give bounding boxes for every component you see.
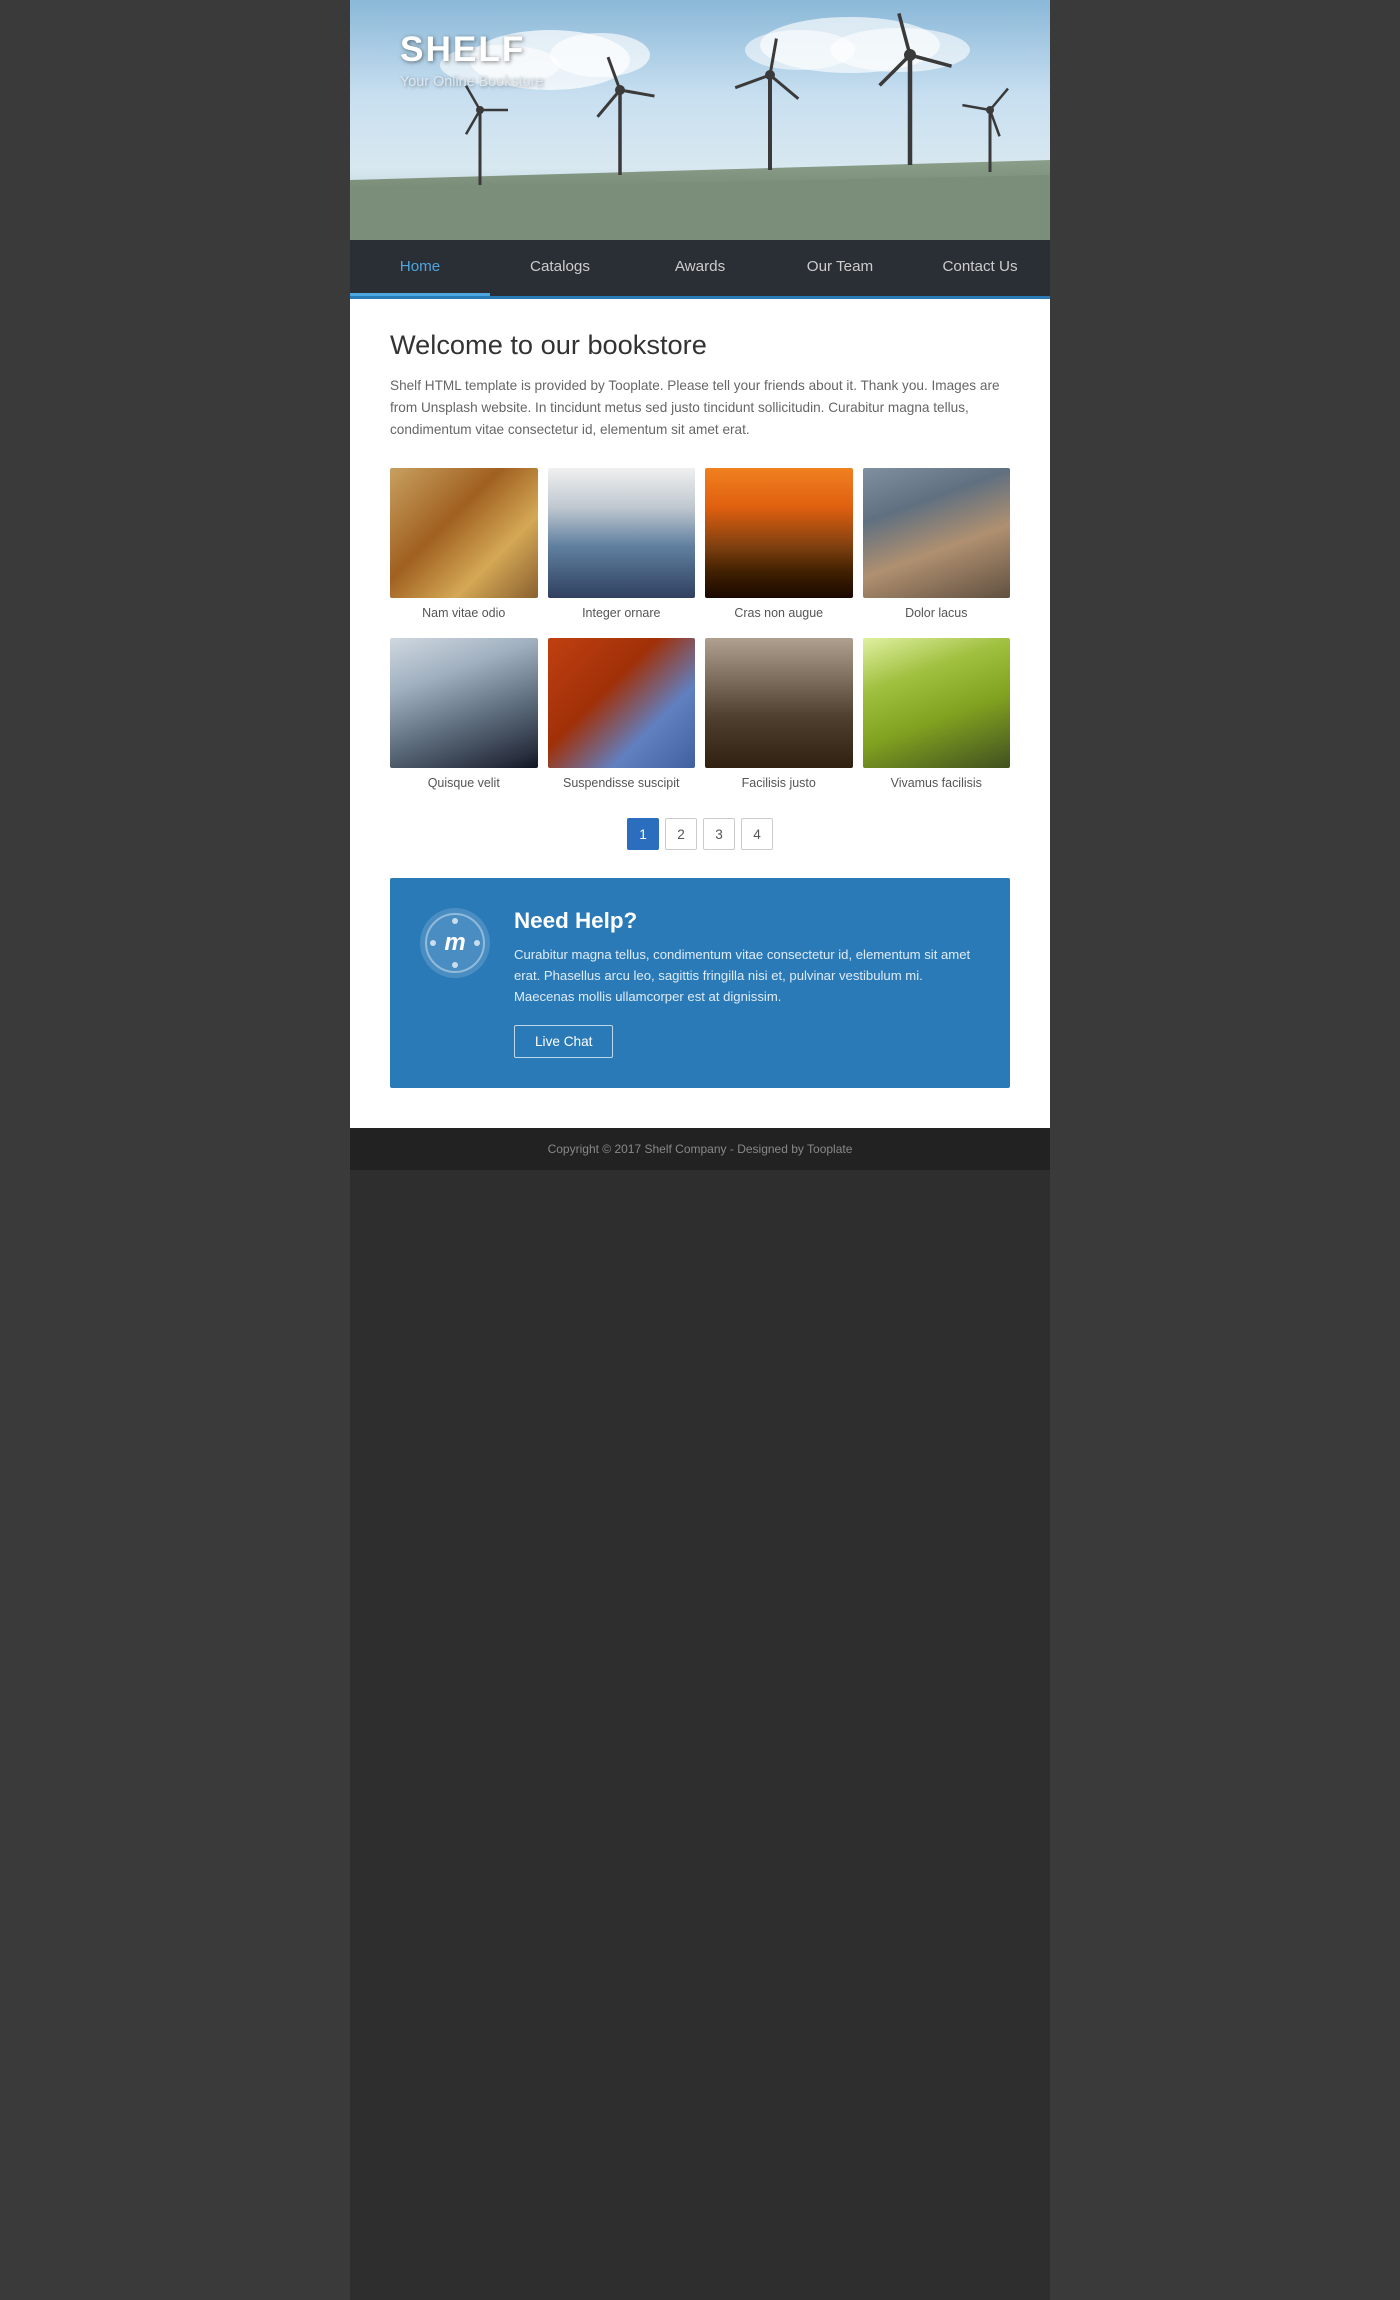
page-btn-1[interactable]: 1 [627, 818, 659, 850]
grid-image-jump [705, 468, 853, 598]
nav-item-contact[interactable]: Contact Us [910, 240, 1050, 296]
grid-caption-8: Vivamus facilisis [891, 776, 982, 790]
dot-3 [430, 940, 436, 946]
help-icon-dots-ring: m [425, 913, 485, 973]
help-text-area: Need Help? Curabitur magna tellus, condi… [514, 908, 980, 1058]
main-content: Welcome to our bookstore Shelf HTML temp… [350, 299, 1050, 1128]
live-chat-button[interactable]: Live Chat [514, 1025, 613, 1058]
grid-item-4[interactable]: Dolor lacus [863, 468, 1011, 620]
grid-item-2[interactable]: Integer ornare [548, 468, 696, 620]
grid-image-autumn [390, 468, 538, 598]
grid-item-1[interactable]: Nam vitae odio [390, 468, 538, 620]
nav-item-our-team[interactable]: Our Team [770, 240, 910, 296]
nav-item-awards[interactable]: Awards [630, 240, 770, 296]
hero-text-block: SHELF Your Online Bookstore [400, 30, 543, 90]
grid-image-shadow [705, 638, 853, 768]
grid-caption-7: Facilisis justo [742, 776, 816, 790]
page-btn-3[interactable]: 3 [703, 818, 735, 850]
grid-image-bridge [548, 638, 696, 768]
welcome-text: Shelf HTML template is provided by Toopl… [390, 375, 1010, 440]
help-title: Need Help? [514, 908, 980, 934]
dot-2 [452, 962, 458, 968]
image-grid-row1: Nam vitae odio Integer ornare Cras non a… [390, 468, 1010, 620]
grid-item-5[interactable]: Quisque velit [390, 638, 538, 790]
grid-caption-3: Cras non augue [734, 606, 823, 620]
dot-1 [452, 918, 458, 924]
help-icon-m: m [444, 929, 465, 957]
grid-item-3[interactable]: Cras non augue [705, 468, 853, 620]
grid-item-7[interactable]: Facilisis justo [705, 638, 853, 790]
grid-item-6[interactable]: Suspendisse suscipit [548, 638, 696, 790]
dot-4 [474, 940, 480, 946]
nav-bar: Home Catalogs Awards Our Team Contact Us [350, 240, 1050, 296]
image-grid-row2: Quisque velit Suspendisse suscipit Facil… [390, 638, 1010, 790]
footer-text: Copyright © 2017 Shelf Company - Designe… [548, 1142, 853, 1156]
grid-caption-5: Quisque velit [428, 776, 500, 790]
grid-caption-2: Integer ornare [582, 606, 660, 620]
page-wrapper: SHELF Your Online Bookstore Home Catalog… [350, 0, 1050, 2300]
help-section: m Need Help? Curabitur magna tellus, con… [390, 878, 1010, 1088]
grid-caption-1: Nam vitae odio [422, 606, 505, 620]
grid-caption-6: Suspendisse suscipit [563, 776, 679, 790]
grid-image-building [548, 468, 696, 598]
site-title: SHELF [400, 30, 543, 70]
nav-item-home[interactable]: Home [350, 240, 490, 296]
nav-item-catalogs[interactable]: Catalogs [490, 240, 630, 296]
help-icon-wrapper: m [420, 908, 490, 978]
help-body: Curabitur magna tellus, condimentum vita… [514, 944, 980, 1007]
page-btn-4[interactable]: 4 [741, 818, 773, 850]
welcome-title: Welcome to our bookstore [390, 329, 1010, 361]
grid-caption-4: Dolor lacus [905, 606, 967, 620]
pagination: 1 2 3 4 [390, 818, 1010, 850]
grid-image-house [390, 638, 538, 768]
hero-section: SHELF Your Online Bookstore [350, 0, 1050, 240]
grid-item-8[interactable]: Vivamus facilisis [863, 638, 1011, 790]
site-tagline: Your Online Bookstore [400, 74, 543, 90]
page-btn-2[interactable]: 2 [665, 818, 697, 850]
grid-image-mushroom [863, 638, 1011, 768]
grid-image-road [863, 468, 1011, 598]
footer: Copyright © 2017 Shelf Company - Designe… [350, 1128, 1050, 1170]
